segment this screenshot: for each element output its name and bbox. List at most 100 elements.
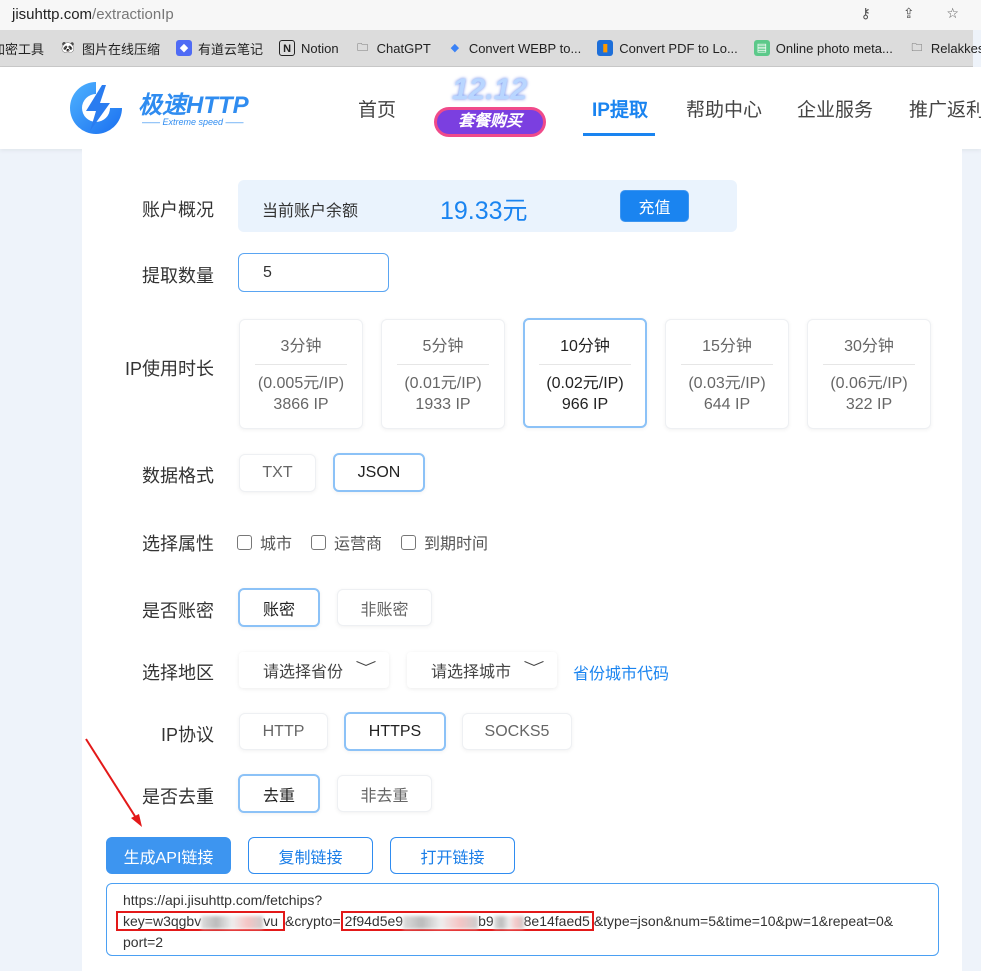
bookmark[interactable]: ◆ 有道云笔记 xyxy=(176,39,263,58)
bookmark[interactable]: ▮ Convert PDF to Lo... xyxy=(597,40,738,56)
copy-link-button[interactable]: 复制链接 xyxy=(248,837,373,874)
duration-time: 15分钟 xyxy=(681,336,773,365)
duration-price: (0.005元/IP) xyxy=(257,374,345,392)
duration-time: 5分钟 xyxy=(397,336,489,365)
url-domain: jisuhttp.com xyxy=(12,6,93,23)
duration-option[interactable]: 15分钟 (0.03元/IP) 644 IP xyxy=(665,319,789,429)
bookmark-label: 加密工具 xyxy=(0,41,45,57)
api-url-textarea[interactable]: https://api.jisuhttp.com/fetchips? key=w… xyxy=(106,883,939,956)
duration-count: 3866 IP xyxy=(273,396,329,414)
bookmark[interactable]: 🗀 ChatGPT xyxy=(355,40,431,56)
format-label: 数据格式 xyxy=(142,466,214,486)
city-select[interactable]: 请选择城市 ﹀ xyxy=(407,652,557,688)
url-path: /extractionIp xyxy=(92,6,174,23)
open-link-button[interactable]: 打开链接 xyxy=(390,837,515,874)
duration-price: (0.01元/IP) xyxy=(404,374,482,392)
panda-icon: 🐼 xyxy=(61,42,75,54)
bookmark-label: 图片在线压缩 xyxy=(82,41,161,57)
photo-file-icon: ▤ xyxy=(753,40,770,56)
attr-isp-checkbox[interactable]: 运营商 xyxy=(311,530,382,554)
duration-time: 10分钟 xyxy=(539,336,631,365)
checkbox[interactable] xyxy=(311,534,326,550)
key-highlight: key=w3qgbv vu xyxy=(116,911,286,931)
attributes-label: 选择属性 xyxy=(142,534,214,554)
youdao-icon: ◆ xyxy=(176,40,193,56)
format-txt[interactable]: TXT xyxy=(239,454,316,492)
attr-city-checkbox[interactable]: 城市 xyxy=(237,530,292,554)
url-crypto-prefix: &crypto= xyxy=(285,913,341,929)
checkbox[interactable] xyxy=(237,534,252,550)
region-label: 选择地区 xyxy=(142,663,214,683)
bookmark-label: Online photo meta... xyxy=(775,40,893,56)
url-crypto-start: 2f94d5e9 xyxy=(344,913,404,929)
notion-icon: N xyxy=(279,40,296,56)
nav-referral[interactable]: 推广返利 xyxy=(909,95,981,122)
bookmark-label: Convert PDF to Lo... xyxy=(619,40,738,56)
browser-actions[interactable]: ⚷ ⇪ ☆ xyxy=(861,5,973,22)
protocol-http[interactable]: HTTP xyxy=(239,713,328,750)
bookmark-label: Notion xyxy=(301,40,339,56)
nav-help[interactable]: 帮助中心 xyxy=(686,95,762,122)
redacted-crypto xyxy=(403,915,479,929)
chevron-down-icon: ﹀ xyxy=(523,660,545,676)
url-line: port=2 xyxy=(123,934,164,950)
auth-label: 是否账密 xyxy=(142,601,214,621)
bookmarks-bar: 加密工具 🐼 图片在线压缩 ◆ 有道云笔记 N Notion 🗀 ChatGPT ◆ Co… xyxy=(0,30,981,67)
duration-price: (0.02元/IP) xyxy=(546,374,624,392)
auth-no-password[interactable]: 非账密 xyxy=(337,589,432,626)
duration-label: IP使用时长 xyxy=(124,359,214,379)
dedup-on[interactable]: 去重 xyxy=(238,774,320,813)
protocol-socks5[interactable]: SOCKS5 xyxy=(462,713,572,750)
duration-option[interactable]: 5分钟 (0.01元/IP) 1933 IP xyxy=(381,319,505,429)
logo-icon[interactable] xyxy=(66,79,126,137)
bookmark-label: Relakkes xyxy=(930,40,981,56)
site-header: 极速HTTP —— Extreme speed —— 首页 12.12 套餐购买… xyxy=(0,67,981,149)
region-code-link[interactable]: 省份城市代码 xyxy=(573,660,669,684)
active-nav-indicator xyxy=(583,133,655,136)
promo-banner[interactable]: 12.12 套餐购买 xyxy=(434,73,546,139)
checkbox-label: 到期时间 xyxy=(424,536,489,553)
auth-account-password[interactable]: 账密 xyxy=(238,588,320,627)
redacted-crypto xyxy=(493,915,524,929)
checkbox[interactable] xyxy=(401,534,416,550)
address-bar[interactable]: jisuhttp.com/extractionIp ⚷ ⇪ ☆ xyxy=(0,0,981,30)
bookmark[interactable]: 🗀 Relakkes xyxy=(909,40,981,56)
folder-icon: 🗀 xyxy=(357,42,369,54)
duration-price: (0.03元/IP) xyxy=(688,374,766,392)
bookmark[interactable]: N Notion xyxy=(279,40,339,56)
bookmark-label: 有道云笔记 xyxy=(198,41,264,57)
duration-count: 644 IP xyxy=(703,396,751,414)
bookmark[interactable]: ▤ Online photo meta... xyxy=(753,40,893,56)
redacted-key xyxy=(201,915,264,929)
duration-count: 1933 IP xyxy=(415,396,471,414)
checkbox-label: 运营商 xyxy=(334,536,383,553)
quantity-label: 提取数量 xyxy=(142,266,214,286)
duration-option[interactable]: 10分钟 (0.02元/IP) 966 IP xyxy=(523,318,647,428)
generate-api-link-button[interactable]: 生成API链接 xyxy=(106,837,231,874)
format-json[interactable]: JSON xyxy=(333,453,425,492)
brand-tagline: —— Extreme speed —— xyxy=(142,117,244,127)
bookmark-label: Convert WEBP to... xyxy=(468,40,582,56)
duration-option[interactable]: 3分钟 (0.005元/IP) 3866 IP xyxy=(239,319,363,429)
account-label: 账户概况 xyxy=(142,200,214,220)
nav-enterprise[interactable]: 企业服务 xyxy=(797,95,873,122)
duration-time: 3分钟 xyxy=(255,336,347,365)
red-arrow-annotation xyxy=(85,738,142,827)
dedup-off[interactable]: 非去重 xyxy=(337,775,432,812)
attr-expiry-checkbox[interactable]: 到期时间 xyxy=(401,530,488,554)
promo-title: 12.12 xyxy=(452,73,528,106)
brand-name: 极速HTTP xyxy=(138,92,249,119)
recharge-button[interactable]: 充值 xyxy=(620,190,689,222)
bookmark[interactable]: 加密工具 xyxy=(0,39,44,58)
quantity-input[interactable]: 5 xyxy=(238,253,389,292)
bookmark[interactable]: ◆ Convert WEBP to... xyxy=(447,40,582,56)
url-line: https://api.jisuhttp.com/fetchips? xyxy=(123,892,323,908)
nav-ip-extract[interactable]: IP提取 xyxy=(592,95,648,122)
bookmark-label: ChatGPT xyxy=(376,40,431,56)
nav-home[interactable]: 首页 xyxy=(358,95,396,122)
province-select[interactable]: 请选择省份 ﹀ xyxy=(239,652,389,688)
protocol-https[interactable]: HTTPS xyxy=(344,712,446,751)
url-key-end: vu xyxy=(263,913,279,929)
duration-option[interactable]: 30分钟 (0.06元/IP) 322 IP xyxy=(807,319,931,429)
bookmark[interactable]: 🐼 图片在线压缩 xyxy=(60,39,160,58)
